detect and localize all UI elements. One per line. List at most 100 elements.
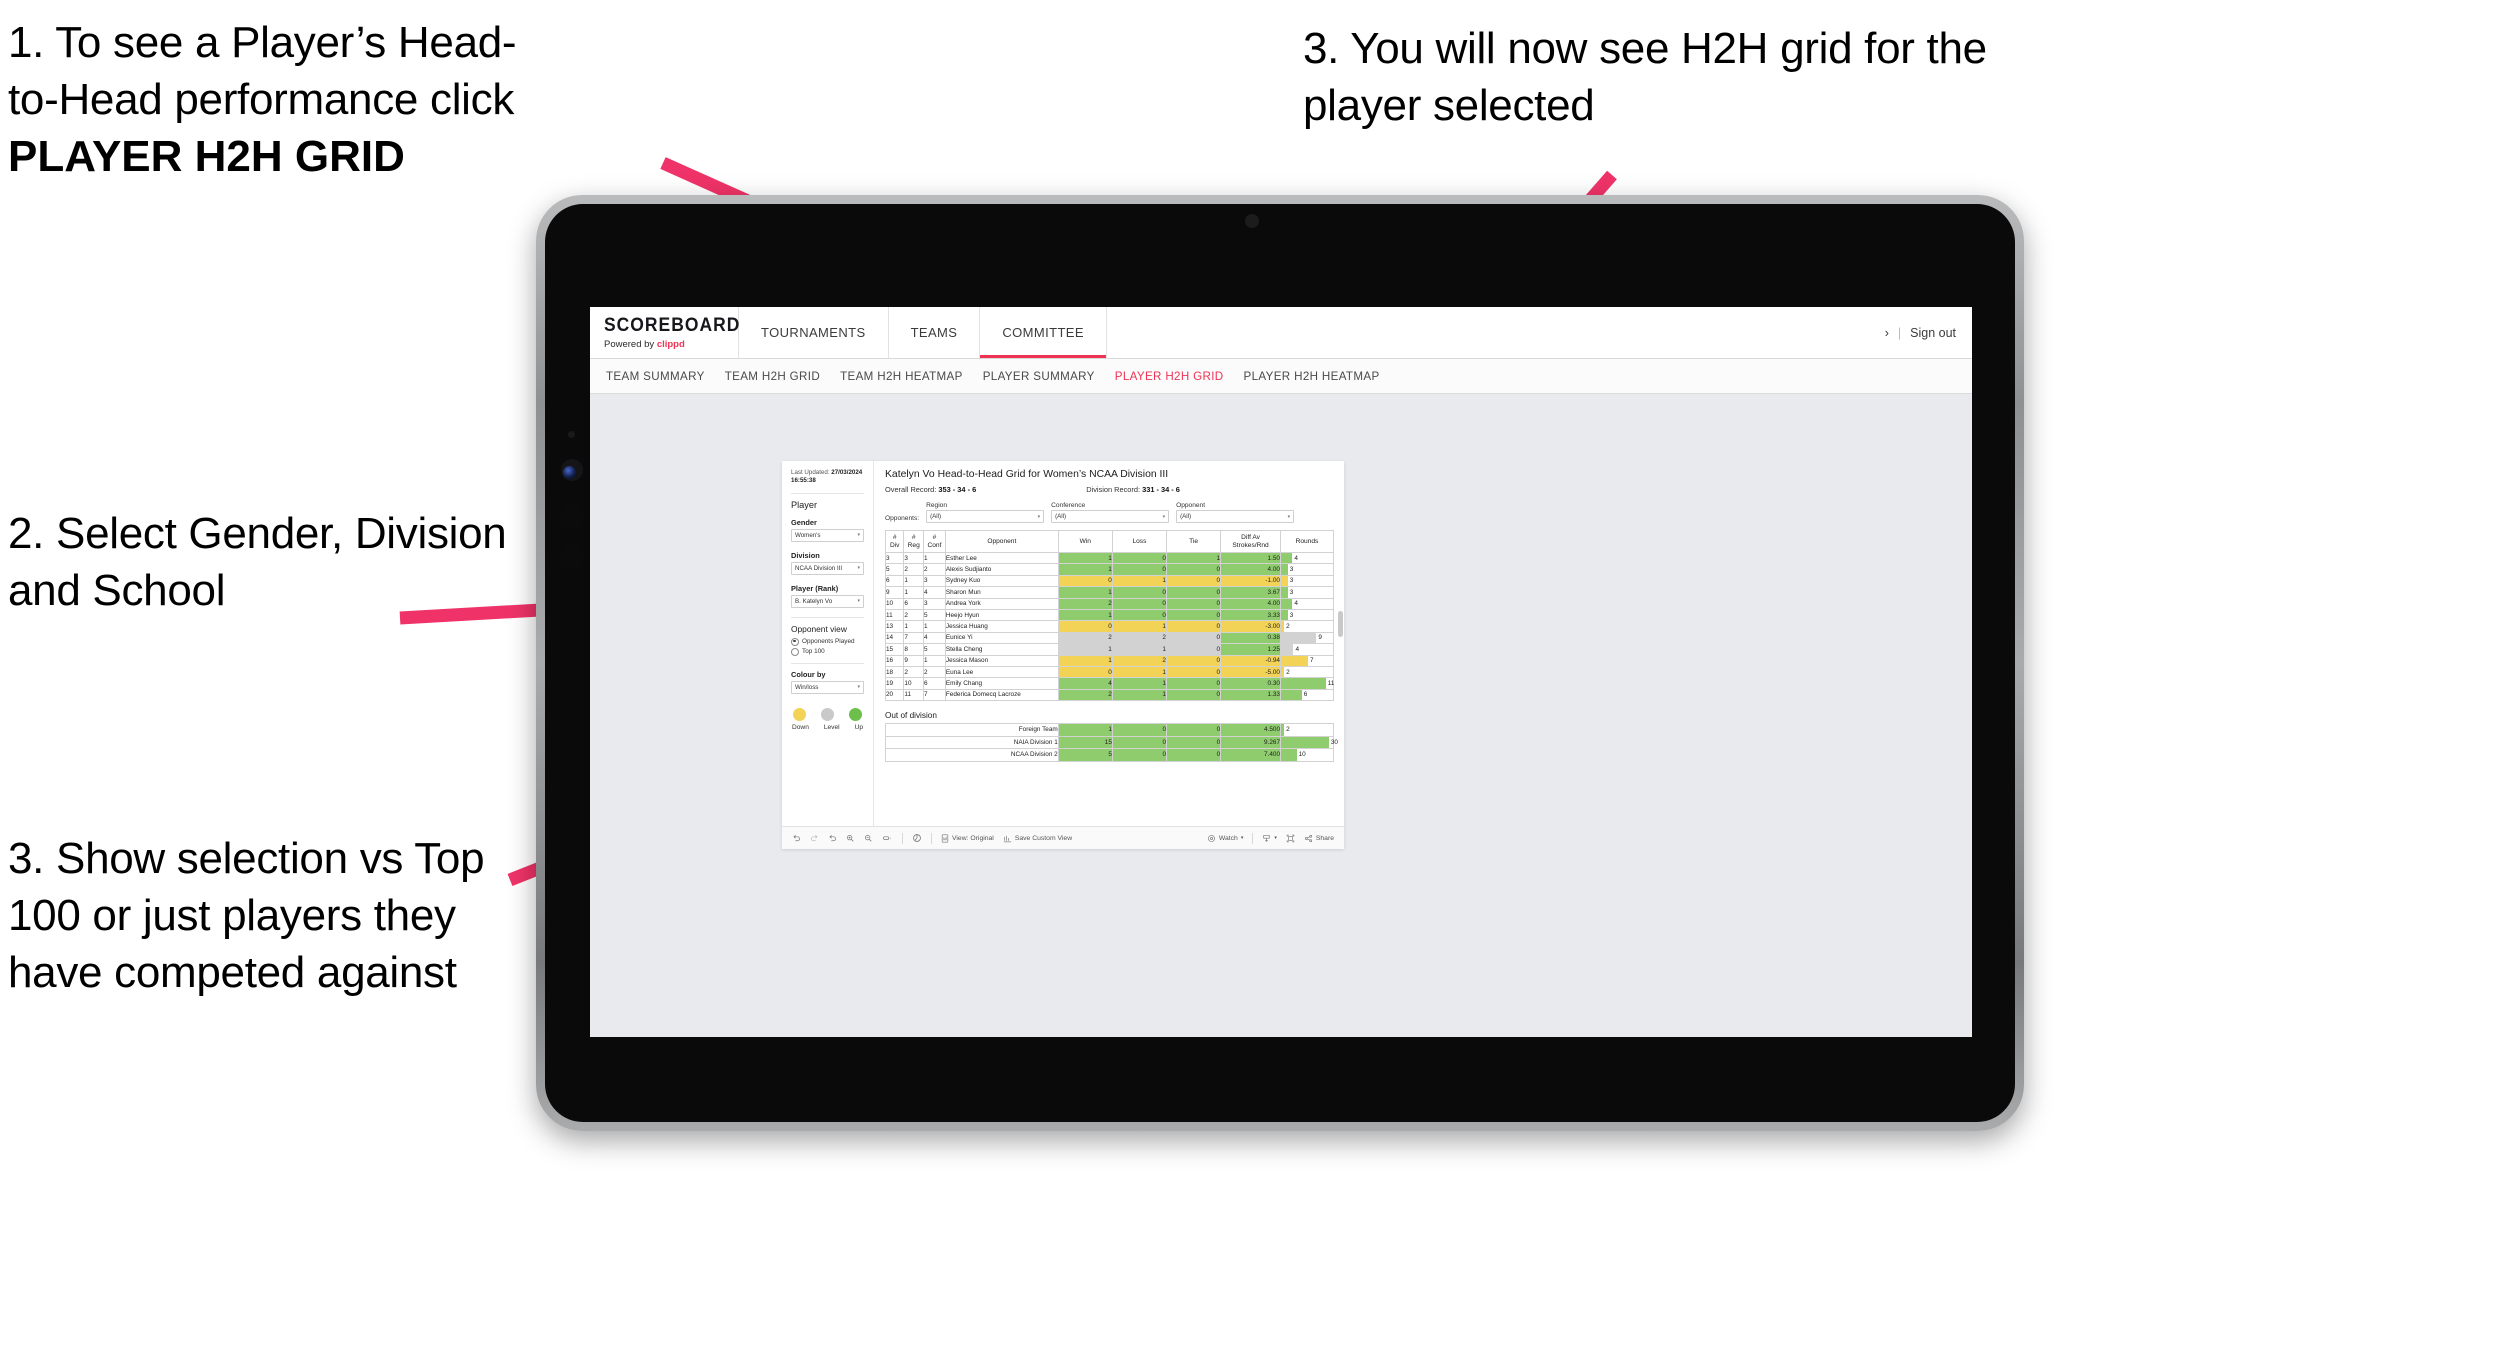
division-dropdown[interactable]: NCAA Division III ▾ xyxy=(791,561,864,575)
colour-by-dropdown[interactable]: Win/loss ▾ xyxy=(791,680,864,694)
column-header-0[interactable]: # Div xyxy=(884,530,905,553)
download-button[interactable]: ▾ xyxy=(1262,834,1277,843)
cell-loss: 0 xyxy=(1111,597,1167,610)
cell-rounds: 4 xyxy=(1279,643,1335,656)
cell-div: 3 xyxy=(884,551,905,565)
fullscreen-icon[interactable] xyxy=(1286,834,1295,843)
subnav-item-team-h2h-heatmap[interactable]: TEAM H2H HEATMAP xyxy=(840,370,983,383)
conference-dropdown[interactable]: (All) ▾ xyxy=(1051,510,1170,523)
cell-rounds: 2 xyxy=(1279,620,1335,633)
table-row[interactable]: 15 8 5 Stella Cheng 1 1 0 1.25 4 xyxy=(884,643,1335,656)
cell-rounds: 9 xyxy=(1279,631,1335,645)
table-row[interactable]: 11 2 5 Heejo Hyun 1 0 0 3.33 3 xyxy=(884,608,1335,622)
cell-win: 0 xyxy=(1057,574,1113,588)
chevron-right-icon[interactable]: › xyxy=(1885,326,1889,340)
radio-top-100[interactable]: Top 100 xyxy=(791,647,864,656)
table-row[interactable]: 20 11 7 Federica Domecq Lacroze 2 1 0 1.33 6 xyxy=(884,688,1335,702)
nav-item-tournaments[interactable]: TOURNAMENTS xyxy=(739,307,889,358)
opponent-dropdown[interactable]: (All) ▾ xyxy=(1176,510,1295,523)
table-row[interactable]: 3 3 1 Esther Lee 1 0 1 1.50 4 xyxy=(884,551,1335,565)
sign-out-link[interactable]: Sign out xyxy=(1910,326,1956,340)
filter-conference-label: Conference xyxy=(1051,502,1086,509)
cell-tie: 0 xyxy=(1165,723,1222,737)
table-row[interactable]: 6 1 3 Sydney Kuo 0 1 0 -1.00 3 xyxy=(884,574,1335,588)
cell-conf: 1 xyxy=(923,551,946,565)
zoom-in-icon[interactable] xyxy=(846,834,855,843)
column-header-7[interactable]: Diff Av Strokes/Rnd xyxy=(1220,530,1281,553)
cell-reg: 11 xyxy=(903,688,924,702)
table-row[interactable]: 19 10 6 Emily Chang 4 1 0 0.30 11 xyxy=(884,677,1334,690)
cell-rounds: 2 xyxy=(1279,665,1335,679)
cell-diff: 3.67 xyxy=(1220,586,1281,599)
table-row[interactable]: 16 9 1 Jessica Mason 1 2 0 -0.94 7 xyxy=(884,654,1335,667)
share-icon xyxy=(1304,834,1313,843)
cell-reg: 1 xyxy=(903,574,924,588)
cell-opponent: Alexis Sudjianto xyxy=(944,563,1059,576)
column-header-6[interactable]: Tie xyxy=(1165,530,1222,553)
app-header: SCOREBOARD Powered by clippd TOURNAMENTS… xyxy=(590,307,1972,359)
last-updated-date: 27/03/2024 xyxy=(831,469,863,476)
save-custom-view-button[interactable]: Save Custom View xyxy=(1003,834,1072,843)
table-row[interactable]: 5 2 2 Alexis Sudjianto 1 0 0 4.00 3 xyxy=(884,563,1335,576)
tablet-screen: SCOREBOARD Powered by clippd TOURNAMENTS… xyxy=(590,307,1972,1037)
cell-reg: 3 xyxy=(903,551,924,565)
cell-loss: 1 xyxy=(1111,620,1167,633)
nav-item-committee[interactable]: COMMITTEE xyxy=(980,307,1107,358)
subnav-item-player-h2h-heatmap[interactable]: PLAYER H2H HEATMAP xyxy=(1244,370,1400,383)
cell-loss: 0 xyxy=(1111,586,1167,599)
pan-tool-icon[interactable] xyxy=(882,834,893,843)
table-row[interactable]: Foreign Team 1 0 0 4.500 2 xyxy=(885,723,1334,737)
cell-diff: 4.00 xyxy=(1220,563,1281,576)
region-dropdown[interactable]: (All) ▾ xyxy=(926,510,1045,523)
radio-opponents-played[interactable]: Opponents Played xyxy=(791,637,864,646)
download-icon xyxy=(1262,834,1271,843)
radio-button-icon xyxy=(791,637,799,646)
table-row[interactable]: NCAA Division 2 5 0 0 7.400 10 xyxy=(885,748,1334,762)
subnav-item-team-h2h-grid[interactable]: TEAM H2H GRID xyxy=(725,370,840,383)
table-row[interactable]: NAIA Division 1 15 0 0 9.267 30 xyxy=(885,735,1338,750)
undo-icon[interactable] xyxy=(792,834,801,843)
cell-loss: 0 xyxy=(1111,551,1167,565)
h2h-grid-body: 3 3 1 Esther Lee 1 0 1 1.50 4 5 2 2 Alexis Sudjianto… xyxy=(884,551,1335,702)
cell-group-name: Foreign Team xyxy=(885,723,1059,737)
table-row[interactable]: 13 1 1 Jessica Huang 0 1 0 -3.00 2 xyxy=(884,620,1335,633)
reset-icon[interactable] xyxy=(912,833,922,843)
cell-rounds: 3 xyxy=(1279,608,1335,622)
column-header-5[interactable]: Loss xyxy=(1111,530,1167,553)
view-original-button[interactable]: View: Original xyxy=(941,834,994,843)
opponent-dropdown-value: (All) xyxy=(1180,513,1192,520)
column-header-2[interactable]: # Conf xyxy=(923,530,946,553)
cell-rounds: 3 xyxy=(1279,563,1335,576)
cell-tie: 0 xyxy=(1165,608,1222,622)
cell-rounds: 3 xyxy=(1279,586,1335,599)
cell-opponent: Eunice Yi xyxy=(944,631,1059,645)
cell-reg: 9 xyxy=(903,654,924,667)
revert-icon[interactable] xyxy=(828,834,837,843)
table-row[interactable]: 18 2 2 Euna Lee 0 1 0 -5.00 2 xyxy=(884,665,1335,679)
chevron-down-icon: ▾ xyxy=(1287,513,1291,520)
table-row[interactable]: 9 1 4 Sharon Mun 1 0 0 3.67 3 xyxy=(884,586,1335,599)
cell-diff: 0.38 xyxy=(1220,631,1281,645)
share-button[interactable]: Share xyxy=(1304,834,1334,843)
subnav-item-team-summary[interactable]: TEAM SUMMARY xyxy=(606,370,725,383)
watch-button[interactable]: Watch ▾ xyxy=(1207,834,1243,843)
cell-opponent: Esther Lee xyxy=(944,551,1059,565)
redo-icon[interactable] xyxy=(810,834,819,843)
brand-tagline: Powered by clippd xyxy=(604,339,738,350)
zoom-out-icon[interactable] xyxy=(864,834,873,843)
nav-item-teams[interactable]: TEAMS xyxy=(889,307,981,358)
column-header-8[interactable]: Rounds xyxy=(1279,530,1335,553)
cell-reg: 8 xyxy=(903,643,924,656)
vertical-scrollbar[interactable] xyxy=(1338,611,1343,637)
subnav-item-player-summary[interactable]: PLAYER SUMMARY xyxy=(983,370,1115,383)
table-row[interactable]: 14 7 4 Eunice Yi 2 2 0 0.38 9 xyxy=(884,631,1335,645)
division-record-label: Division Record: xyxy=(1086,485,1141,494)
column-header-3[interactable]: Opponent xyxy=(944,530,1059,553)
player-dropdown[interactable]: B. Katelyn Vo ▾ xyxy=(791,594,864,608)
column-header-1[interactable]: # Reg xyxy=(903,530,924,553)
column-header-4[interactable]: Win xyxy=(1057,530,1113,553)
gender-dropdown[interactable]: Women's ▾ xyxy=(791,528,864,542)
subnav-item-player-h2h-grid[interactable]: PLAYER H2H GRID xyxy=(1115,370,1244,383)
table-row[interactable]: 10 6 3 Andrea York 2 0 0 4.00 4 xyxy=(884,597,1335,610)
legend-dot-level xyxy=(821,707,834,721)
